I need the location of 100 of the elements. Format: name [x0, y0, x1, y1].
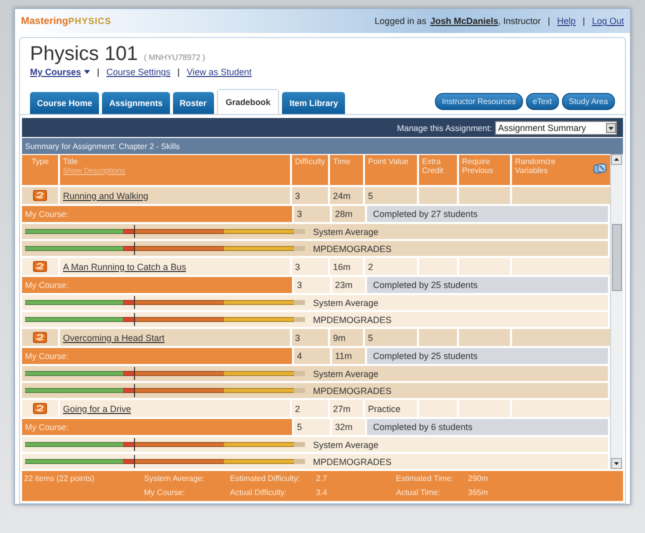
assignment-type-icon	[33, 261, 47, 272]
resource-button[interactable]: Instructor Resources	[434, 93, 523, 110]
table-cell: 3	[292, 187, 328, 204]
completion-cell: Completed by 27 students	[367, 206, 608, 222]
totals-text: 290m	[468, 474, 490, 483]
table-cell: 3	[292, 258, 328, 275]
table-cell: 9m	[330, 329, 363, 346]
completion-cell: Completed by 25 students	[367, 348, 608, 364]
table-cell: 3	[292, 329, 328, 346]
assignment-type-icon	[33, 332, 47, 343]
assignment-link[interactable]: A Man Running to Catch a Bus	[63, 262, 186, 272]
scroll-up-icon[interactable]	[611, 154, 622, 165]
scroll-thumb[interactable]	[612, 224, 622, 291]
totals-text: Actual Difficulty:	[230, 488, 288, 497]
column-title: Require Previous	[462, 157, 494, 175]
course-link[interactable]: View as Student	[186, 67, 252, 77]
completion-cell: Completed by 6 students	[367, 419, 608, 435]
totals-text: Estimated Time:	[396, 474, 454, 483]
table-cell: 16m	[330, 258, 363, 275]
table-cell	[419, 258, 457, 275]
tab[interactable]: Gradebook	[216, 89, 280, 114]
table-cell: 3	[294, 277, 330, 293]
assignment-link[interactable]: Running and Walking	[63, 190, 148, 200]
column-title: Time	[333, 157, 350, 166]
course-title: Physics 101	[30, 43, 138, 66]
table-cell	[419, 329, 457, 346]
bar-label: System Average	[313, 298, 378, 308]
tab[interactable]: Assignments	[102, 92, 170, 114]
assignment-type-icon	[33, 403, 47, 414]
bar-label: MPDEMOGRADES	[313, 314, 392, 324]
summary-title: Summary for Assignment: Chapter 2 - Skills	[22, 138, 623, 154]
table-cell	[459, 258, 510, 275]
table-cell: 2	[292, 400, 328, 417]
tab[interactable]: Course Home	[30, 92, 100, 114]
table-cell: 32m	[332, 419, 365, 435]
resource-button[interactable]: eText	[526, 93, 559, 110]
table-cell: Practice	[365, 400, 417, 417]
table-cell: 4	[294, 348, 330, 364]
table-cell	[459, 187, 510, 204]
totals-text: 2.7	[316, 474, 328, 483]
column-title: Randomize Variables	[515, 157, 556, 175]
course-code: ( MNHYU78972 )	[144, 53, 206, 62]
header-link[interactable]: Log Out	[592, 16, 624, 26]
column-title: Difficulty	[295, 157, 326, 166]
column-title: Point Value	[368, 157, 408, 166]
scroll-down-icon[interactable]	[611, 458, 622, 469]
caret-icon[interactable]	[84, 70, 90, 74]
user-name: Josh McDaniels	[430, 16, 498, 26]
separator: |	[177, 67, 180, 77]
completion-cell: Completed by 25 students	[367, 277, 608, 293]
course-link[interactable]: My Courses	[30, 67, 82, 77]
totals-text: Estimated Difficulty:	[230, 474, 302, 483]
my-course-label: My Course:	[22, 348, 292, 364]
header-link[interactable]: Help	[557, 16, 576, 26]
totals-text: System Average:	[144, 474, 206, 483]
separator: |	[582, 16, 585, 26]
table-cell: 5	[294, 419, 330, 435]
bar-label: MPDEMOGRADES	[313, 244, 392, 254]
tab[interactable]: Item Library	[282, 92, 346, 114]
tab[interactable]: Roster	[172, 92, 214, 114]
table-cell	[459, 400, 510, 417]
login-label: Logged in as	[374, 16, 426, 26]
separator: |	[97, 67, 100, 77]
user-role: , Instructor	[498, 16, 541, 26]
bar-label: MPDEMOGRADES	[313, 456, 392, 466]
table-cell	[419, 400, 457, 417]
column-title: Extra Credit	[422, 157, 444, 175]
table-cell	[419, 187, 457, 204]
column-title: Title	[63, 157, 78, 166]
table-cell: 23m	[332, 277, 365, 293]
bar-label: System Average	[313, 226, 378, 236]
course-link[interactable]: Course Settings	[106, 67, 170, 77]
bar-label: System Average	[313, 368, 378, 378]
assignment-type-icon	[33, 190, 47, 201]
table-cell: 24m	[330, 187, 363, 204]
table-cell: 5	[365, 329, 417, 346]
bar-label: MPDEMOGRADES	[313, 386, 392, 396]
my-course-label: My Course:	[22, 419, 292, 435]
manage-dropdown[interactable]: Assignment Summary	[495, 120, 617, 134]
table-cell	[459, 329, 510, 346]
totals-text: 22 items (22 points)	[24, 474, 96, 483]
separator: |	[548, 16, 550, 26]
resource-button[interactable]: Study Area	[562, 93, 615, 110]
table-cell: 2	[365, 258, 417, 275]
logo: MasteringPHYSICS	[21, 16, 112, 26]
totals-text: Actual Time:	[396, 488, 442, 497]
assignment-link[interactable]: Going for a Drive	[63, 404, 132, 414]
table-cell: 5	[365, 187, 417, 204]
column-title: Type	[31, 157, 49, 166]
totals-text: 3.4	[316, 488, 328, 497]
table-cell: 11m	[332, 348, 365, 364]
table-cell: 27m	[330, 400, 363, 417]
my-course-label: My Course:	[22, 206, 292, 222]
bar-label: System Average	[313, 440, 378, 450]
scrollbar[interactable]	[610, 154, 623, 469]
table-cell: 3	[294, 206, 330, 222]
table-cell: 28m	[332, 206, 365, 222]
totals-text: My Course:	[144, 488, 186, 497]
assignment-link[interactable]: Overcoming a Head Start	[63, 332, 165, 342]
manage-label: Manage this Assignment:	[397, 122, 492, 132]
